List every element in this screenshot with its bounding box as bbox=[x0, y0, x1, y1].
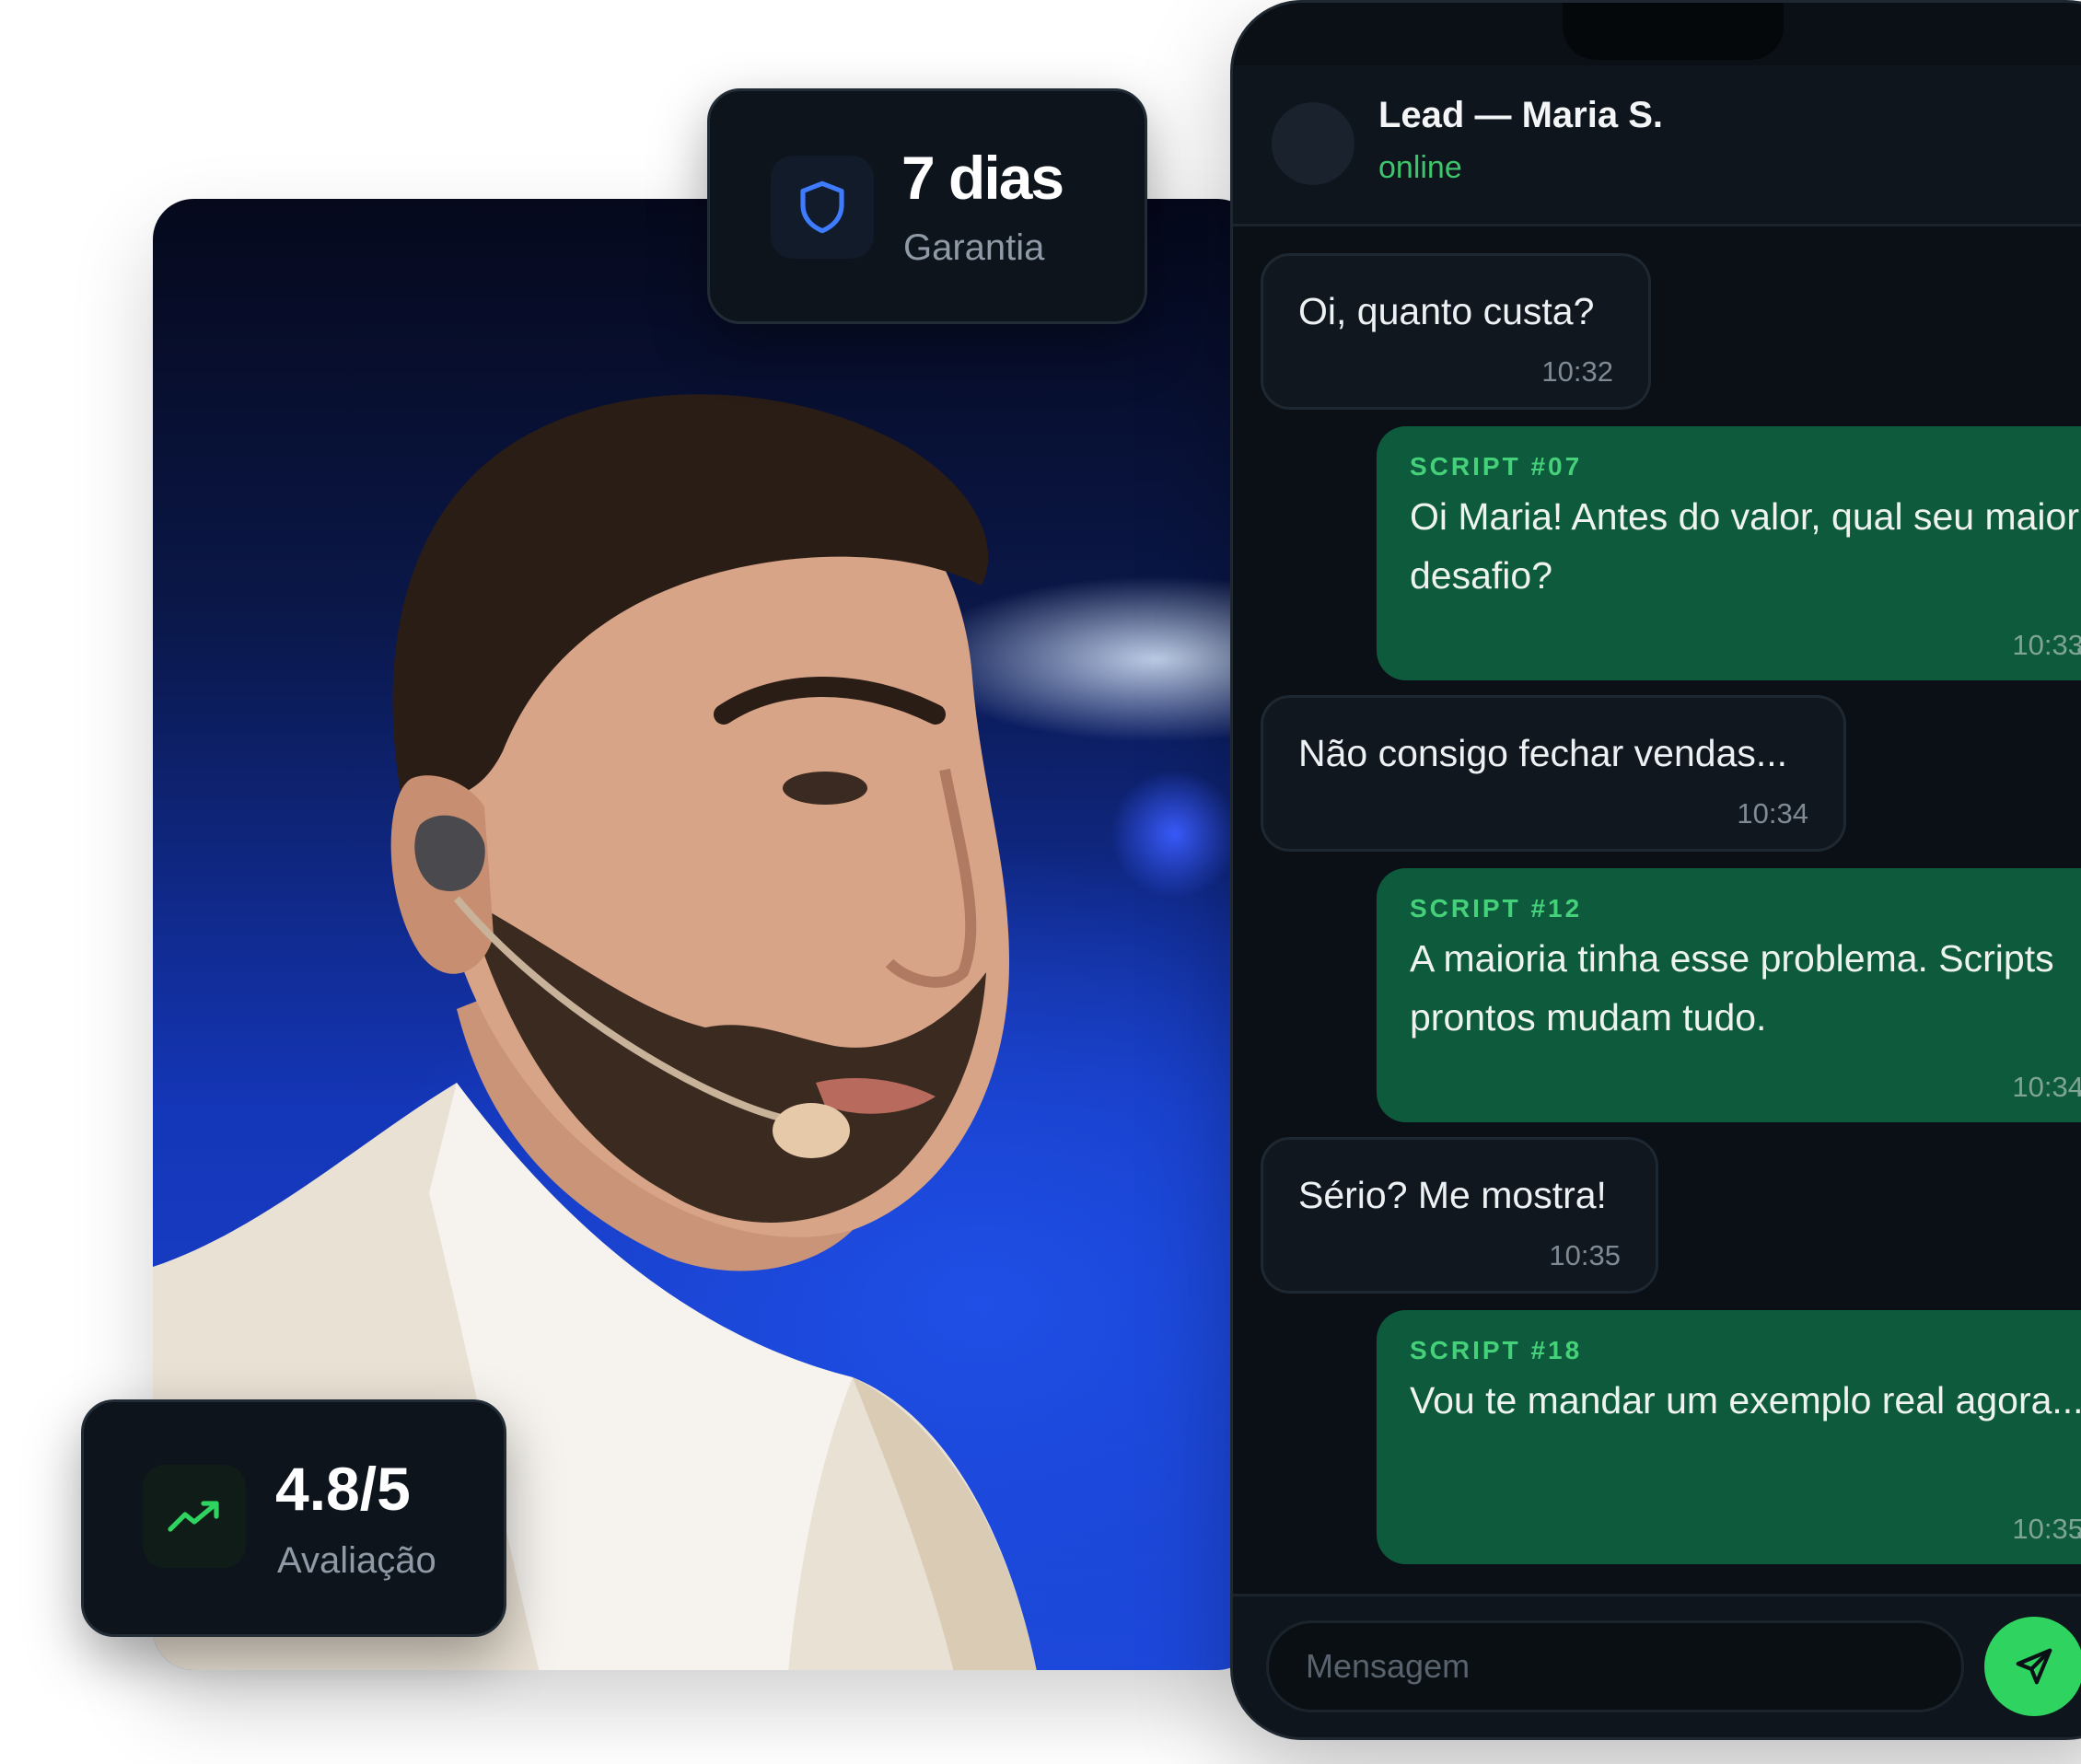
read-receipt-icon: ✓✓ bbox=[2073, 631, 2081, 664]
guarantee-label: Garantia bbox=[903, 227, 1045, 268]
message-text: Vou te mandar um exemplo real agora... bbox=[1410, 1379, 2081, 1422]
message-input-placeholder: Mensagem bbox=[1306, 1647, 1471, 1685]
phone-chat-mockup: Lead — Maria S. online Oi, quanto custa?… bbox=[1230, 0, 2081, 1740]
message-incoming[interactable]: Não consigo fechar vendas... 10:34 bbox=[1261, 695, 1846, 852]
send-icon bbox=[2016, 1648, 2052, 1685]
rating-value: 4.8/5 bbox=[275, 1455, 411, 1523]
phone-notch bbox=[1563, 3, 1784, 60]
message-incoming[interactable]: Sério? Me mostra! 10:35 bbox=[1261, 1137, 1658, 1294]
guarantee-badge: 7 dias Garantia bbox=[707, 88, 1147, 324]
message-time: 10:32 bbox=[1541, 355, 1613, 388]
script-tag: SCRIPT #07 bbox=[1410, 452, 1583, 481]
message-text: Sério? Me mostra! bbox=[1298, 1174, 1607, 1216]
avatar[interactable] bbox=[1272, 102, 1354, 185]
contact-status: online bbox=[1378, 150, 1462, 185]
script-tag: SCRIPT #18 bbox=[1410, 1336, 1583, 1364]
rating-badge: 4.8/5 Avaliação bbox=[81, 1399, 506, 1637]
read-receipt-icon: ✓✓ bbox=[2073, 1073, 2081, 1106]
message-outgoing[interactable]: SCRIPT #12 A maioria tinha esse problema… bbox=[1377, 868, 2081, 1122]
message-time: 10:33 bbox=[2012, 629, 2081, 661]
message-time: 10:35 bbox=[1549, 1239, 1621, 1271]
message-outgoing[interactable]: SCRIPT #07 Oi Maria! Antes do valor, qua… bbox=[1377, 426, 2081, 680]
message-time: 10:35 bbox=[2012, 1513, 2081, 1545]
message-text: Não consigo fechar vendas... bbox=[1298, 732, 1788, 774]
message-time: 10:34 bbox=[1737, 797, 1808, 830]
script-tag: SCRIPT #12 bbox=[1410, 894, 1583, 923]
message-text: Oi, quanto custa? bbox=[1298, 290, 1595, 332]
message-incoming[interactable]: Oi, quanto custa? 10:32 bbox=[1261, 253, 1651, 410]
shield-icon bbox=[771, 156, 874, 259]
message-text: A maioria tinha esse problema. Scripts p… bbox=[1410, 937, 2054, 1039]
contact-name[interactable]: Lead — Maria S. bbox=[1378, 95, 1663, 136]
read-receipt-icon: ✓✓ bbox=[2073, 1514, 2081, 1548]
trending-up-icon bbox=[143, 1465, 246, 1568]
guarantee-value: 7 dias bbox=[901, 144, 1064, 212]
chat-header: Lead — Maria S. online bbox=[1233, 65, 2081, 226]
message-composer: Mensagem bbox=[1233, 1594, 2081, 1737]
message-text: Oi Maria! Antes do valor, qual seu maior… bbox=[1410, 495, 2079, 597]
send-button[interactable] bbox=[1984, 1617, 2081, 1716]
rating-label: Avaliação bbox=[277, 1540, 436, 1581]
message-outgoing[interactable]: SCRIPT #18 Vou te mandar um exemplo real… bbox=[1377, 1310, 2081, 1564]
message-time: 10:34 bbox=[2012, 1071, 2081, 1103]
message-input[interactable]: Mensagem bbox=[1266, 1620, 1964, 1712]
